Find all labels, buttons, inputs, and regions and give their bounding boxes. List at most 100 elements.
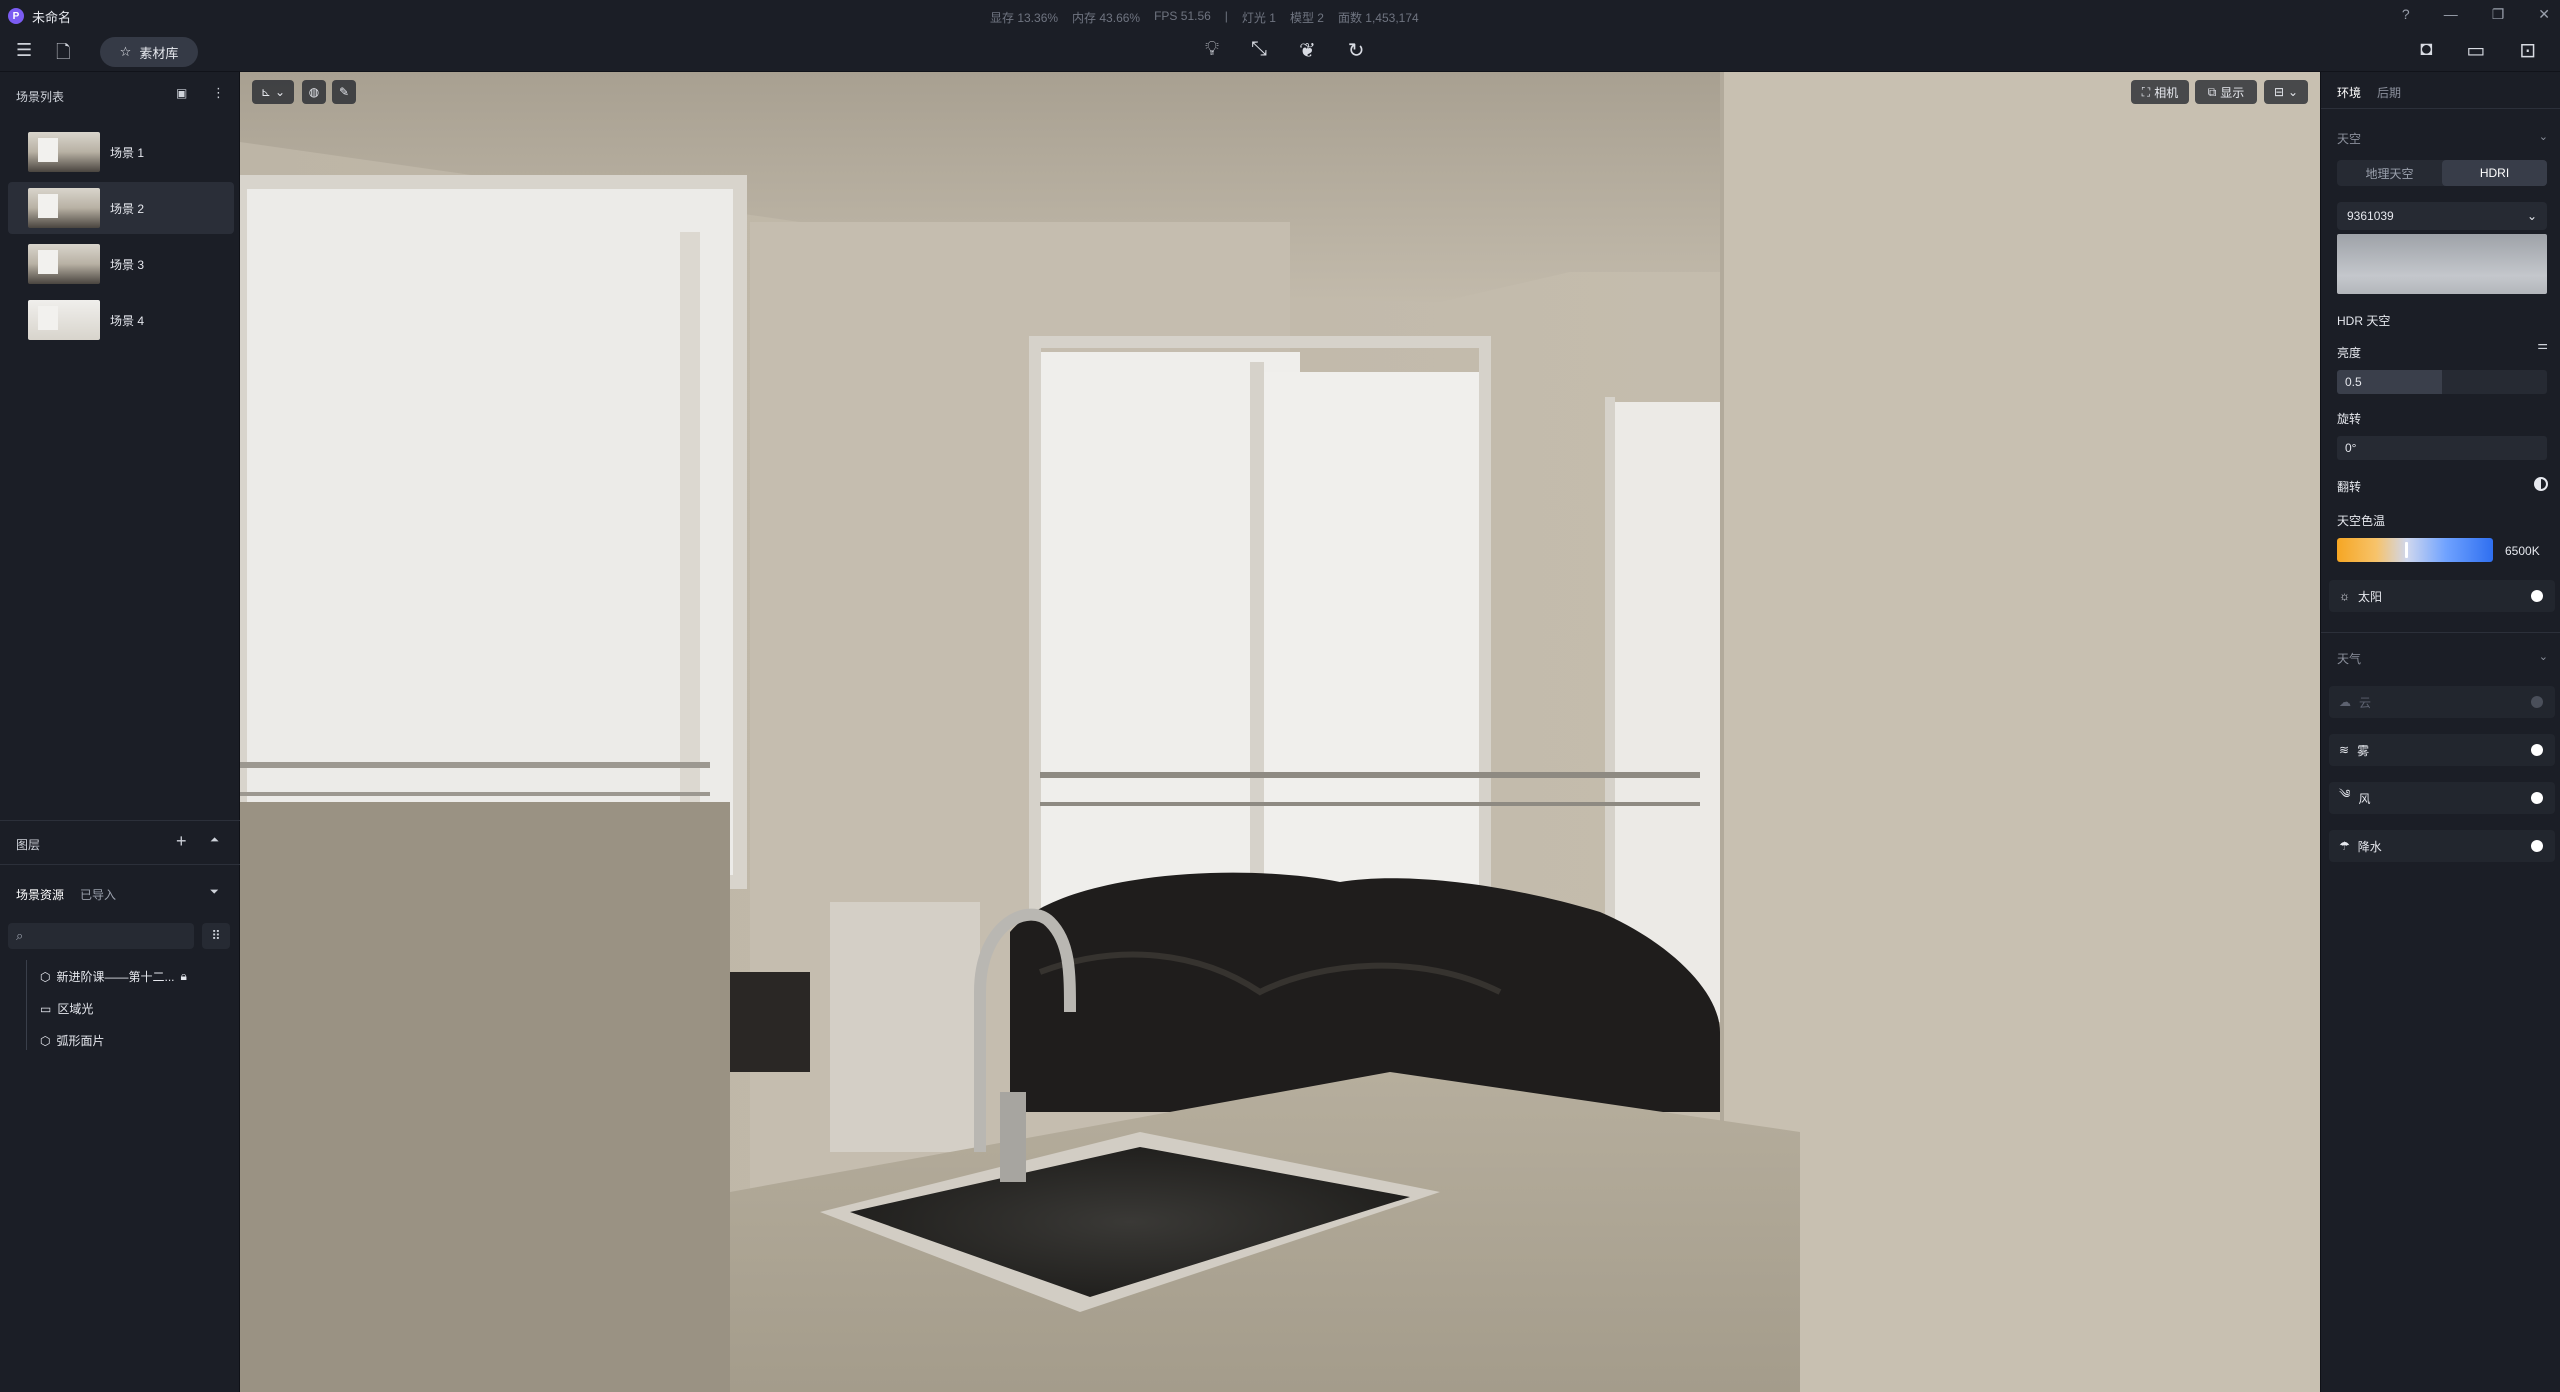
- weather-wind-row[interactable]: ༄ 风: [2329, 782, 2555, 814]
- stat-separator: |: [1224, 9, 1228, 23]
- globe-button[interactable]: ◍: [302, 80, 326, 104]
- weather-label: 降水: [2357, 839, 2382, 854]
- rain-toggle[interactable]: [2531, 840, 2543, 852]
- umbrella-icon: ☂: [2339, 839, 2350, 853]
- sliders-icon[interactable]: ⚌: [2537, 338, 2548, 352]
- tab-environment[interactable]: 环境: [2337, 84, 2361, 101]
- tree-item-label: 区域光: [57, 1002, 94, 1016]
- more-icon[interactable]: ⋮: [212, 85, 225, 101]
- help-icon[interactable]: ?: [2402, 6, 2410, 23]
- transform-tool-button[interactable]: ⊾ ⌄: [252, 80, 294, 104]
- hdri-select[interactable]: 9361039 ⌄: [2337, 202, 2547, 230]
- add-scene-icon[interactable]: ▣: [176, 86, 187, 100]
- scene-list-title: 场景列表: [16, 90, 65, 104]
- video-icon[interactable]: ▭: [2466, 38, 2485, 63]
- restore-button[interactable]: ❐: [2492, 6, 2505, 23]
- title-bar: P 未命名 显存 13.36% 内存 43.66% FPS 51.56 | 灯光…: [0, 0, 2560, 32]
- chevron-down-icon[interactable]: ⌄: [2539, 130, 2548, 143]
- rotation-field[interactable]: 0°: [2337, 436, 2547, 460]
- brightness-label: 亮度: [2337, 346, 2362, 360]
- frame-icon: ⛶: [2141, 84, 2151, 99]
- scene-item[interactable]: 场景 4: [8, 294, 234, 346]
- scene-item-selected[interactable]: 场景 2: [8, 182, 234, 234]
- file-icon[interactable]: 🗋: [56, 40, 70, 70]
- stat-memory: 内存 43.66%: [1072, 11, 1141, 25]
- hdri-name: 9361039: [2347, 209, 2394, 223]
- sky-temp-value: 6500K: [2505, 544, 2540, 558]
- brightness-slider[interactable]: 0.5: [2337, 370, 2547, 394]
- sky-mode-geo[interactable]: 地理天空: [2337, 160, 2442, 186]
- grid-view-button[interactable]: ⠿: [202, 923, 230, 949]
- bulb-icon[interactable]: 💡︎: [1205, 38, 1219, 63]
- chevron-down-icon[interactable]: ⌄: [2539, 650, 2548, 663]
- stat-faces: 面数 1,453,174: [1337, 11, 1419, 25]
- sun-row[interactable]: ☼ 太阳: [2329, 580, 2555, 612]
- sky-temp-label: 天空色温: [2337, 514, 2386, 528]
- collapse-icon[interactable]: ⏶: [210, 834, 219, 847]
- rect-light-icon: ▭: [40, 1001, 52, 1016]
- filter-icon[interactable]: ⏷: [210, 886, 219, 899]
- sun-label: 太阳: [2358, 589, 2383, 604]
- brush-button[interactable]: ✎: [332, 80, 356, 104]
- library-icon: ☆: [119, 44, 132, 59]
- sky-mode-hdri[interactable]: HDRI: [2442, 160, 2547, 186]
- camera-icon[interactable]: ◘: [2420, 38, 2432, 63]
- weather-cloud-row[interactable]: ☁ 云: [2329, 686, 2555, 718]
- sun-toggle[interactable]: [2531, 590, 2543, 602]
- menu-icon[interactable]: ☰: [16, 40, 32, 61]
- display-button[interactable]: ⧉ 显示: [2195, 80, 2257, 104]
- left-panel: 场景列表 ▣ ⋮ 场景 1 场景 2 场景 3 场景 4 图层 + ⏶ 场景资源…: [0, 72, 240, 1392]
- weather-label: 云: [2359, 695, 2372, 710]
- divider: [0, 820, 240, 821]
- export-icon[interactable]: ⊡: [2519, 38, 2536, 63]
- flip-toggle-icon[interactable]: [2534, 477, 2548, 491]
- tree-item-curved-plane[interactable]: ⬡ 弧形面片: [40, 1032, 105, 1049]
- scene-item[interactable]: 场景 1: [8, 126, 234, 178]
- render-viewport[interactable]: ⊾ ⌄ ◍ ✎ ⛶ 相机 ⧉ 显示 ⊟ ⌄: [240, 72, 2320, 1392]
- hdri-preview: [2337, 234, 2547, 294]
- weather-rain-row[interactable]: ☂ 降水: [2329, 830, 2555, 862]
- tree-item-model[interactable]: ⬡ 新进阶课——第十二... 🔒︎: [40, 968, 187, 985]
- scene-thumbnail: [28, 132, 100, 172]
- tab-post[interactable]: 后期: [2377, 84, 2401, 101]
- fog-toggle[interactable]: [2531, 744, 2543, 756]
- weather-fog-row[interactable]: ≋ 雾: [2329, 734, 2555, 766]
- sky-temp-handle[interactable]: [2405, 542, 2408, 558]
- refresh-icon[interactable]: ↻: [1348, 38, 1365, 63]
- tree-item-label: 弧形面片: [56, 1034, 105, 1048]
- divider: [2321, 108, 2560, 109]
- stat-fps: FPS 51.56: [1154, 9, 1211, 23]
- path-icon[interactable]: ⤡: [1251, 38, 1267, 63]
- search-icon: ⌕: [16, 928, 24, 943]
- stat-lights: 灯光 1: [1241, 11, 1276, 25]
- add-layer-icon[interactable]: +: [176, 831, 187, 852]
- wind-toggle[interactable]: [2531, 792, 2543, 804]
- lock-icon[interactable]: 🔒︎: [181, 969, 187, 984]
- search-input[interactable]: ⌕: [8, 923, 194, 949]
- flip-label: 翻转: [2337, 480, 2362, 494]
- tree-item-label: 新进阶课——第十二...: [56, 970, 175, 984]
- cloud-toggle[interactable]: [2531, 696, 2543, 708]
- tab-imported[interactable]: 已导入: [80, 886, 116, 903]
- sky-temp-slider[interactable]: [2337, 538, 2493, 562]
- scene-label: 场景 1: [110, 145, 145, 160]
- scene-label: 场景 4: [110, 313, 145, 328]
- minimize-button[interactable]: —: [2444, 6, 2458, 23]
- scene-item[interactable]: 场景 3: [8, 238, 234, 290]
- window-controls: ? — ❐ ✕: [2402, 6, 2550, 23]
- brightness-value: 0.5: [2345, 375, 2362, 389]
- tab-scene-assets[interactable]: 场景资源: [16, 886, 64, 903]
- material-library-button[interactable]: ☆ 素材库: [100, 37, 198, 67]
- divider: [0, 864, 240, 865]
- rotation-label: 旋转: [2337, 412, 2362, 426]
- close-button[interactable]: ✕: [2538, 6, 2550, 23]
- tree-item-area-light[interactable]: ▭ 区域光: [40, 1000, 93, 1017]
- camera-view-label: 相机: [2154, 85, 2179, 100]
- render-mode-button[interactable]: ⊟ ⌄: [2264, 80, 2308, 104]
- axis-icon: ⊾: [260, 85, 271, 99]
- stat-models: 模型 2: [1289, 11, 1324, 25]
- fog-icon: ≋: [2339, 743, 2350, 757]
- scene-label: 场景 3: [110, 257, 145, 272]
- camera-view-button[interactable]: ⛶ 相机: [2131, 80, 2189, 104]
- leaf-icon[interactable]: ❦: [1299, 38, 1316, 63]
